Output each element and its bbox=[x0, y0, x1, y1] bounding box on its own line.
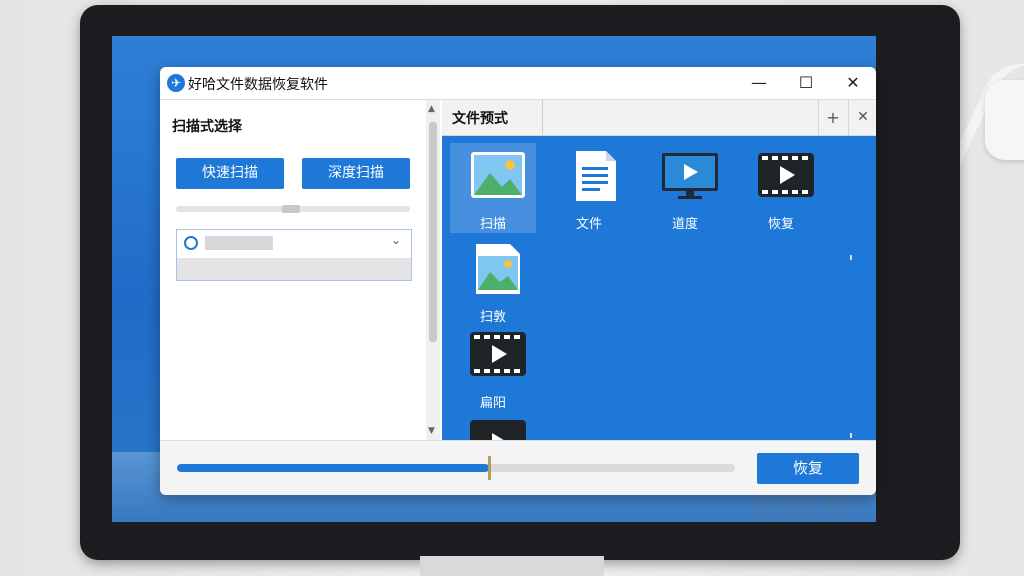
file-item[interactable]: 扁阳 bbox=[450, 322, 536, 412]
video-file-icon bbox=[470, 420, 526, 440]
monitor-stand bbox=[420, 556, 604, 576]
drive-select-row[interactable]: ⌄ bbox=[177, 230, 411, 256]
drive-select-dropdown[interactable]: ⌄ bbox=[176, 229, 412, 281]
close-button[interactable]: ✕ bbox=[836, 71, 870, 95]
file-item[interactable]: 道度 bbox=[642, 143, 728, 233]
scroll-down-icon[interactable]: ▼ bbox=[428, 426, 435, 436]
file-item[interactable]: 文件 bbox=[546, 143, 632, 233]
minimize-button[interactable]: — bbox=[742, 71, 776, 95]
scroll-tick bbox=[850, 255, 852, 260]
drive-option-bar[interactable] bbox=[177, 258, 411, 280]
window-title: 好哈文件数据恢复软件 bbox=[188, 77, 328, 93]
recovery-progress-fill bbox=[177, 464, 489, 472]
quick-scan-button[interactable]: 快速扫描 bbox=[176, 158, 284, 189]
scan-depth-slider-thumb[interactable] bbox=[282, 205, 300, 213]
file-item[interactable]: 扫敦 bbox=[450, 236, 536, 326]
bottom-action-bar: 恢复 bbox=[160, 440, 876, 495]
file-label: 扫描 bbox=[479, 217, 506, 232]
progress-handle[interactable] bbox=[488, 456, 491, 480]
image-file-icon bbox=[476, 244, 520, 294]
file-item[interactable]: 扫描 bbox=[450, 143, 536, 233]
scan-mode-heading: 扫描式选择 bbox=[172, 119, 242, 135]
file-item-partial[interactable] bbox=[470, 418, 526, 440]
close-tab-button[interactable]: ✕ bbox=[848, 100, 876, 135]
tab-file-preview-label: 文件预式 bbox=[452, 111, 508, 127]
preview-tab-strip: 文件预式 + ✕ bbox=[442, 100, 876, 136]
scan-options-panel: 扫描式选择 快速扫描 深度扫描 ⌄ bbox=[160, 100, 424, 440]
drive-name-placeholder bbox=[205, 236, 273, 250]
app-logo-icon: ✈ bbox=[167, 74, 185, 92]
scroll-tick bbox=[850, 433, 852, 438]
recovery-progress-bar[interactable] bbox=[177, 464, 735, 472]
scrollbar-thumb[interactable] bbox=[429, 122, 437, 342]
document-file-icon bbox=[576, 151, 616, 201]
add-tab-button[interactable]: + bbox=[818, 100, 847, 135]
deep-scan-button[interactable]: 深度扫描 bbox=[302, 158, 410, 189]
app-window: ✈ 好哈文件数据恢复软件 — ☐ ✕ 扫描式选择 快速扫描 深度扫描 ⌄ ▲ ▼… bbox=[160, 67, 876, 495]
tab-file-preview[interactable]: 文件预式 bbox=[442, 100, 543, 135]
maximize-button[interactable]: ☐ bbox=[789, 71, 823, 95]
restore-button[interactable]: 恢复 bbox=[757, 453, 859, 484]
left-panel-scrollbar[interactable]: ▲ ▼ bbox=[426, 100, 440, 440]
file-label: 道度 bbox=[671, 217, 698, 232]
file-label: 扁阳 bbox=[479, 396, 506, 411]
file-label: 恢复 bbox=[767, 217, 794, 232]
video-monitor-icon bbox=[662, 153, 718, 199]
scroll-up-icon[interactable]: ▲ bbox=[428, 104, 435, 114]
chevron-down-icon[interactable]: ⌄ bbox=[391, 233, 401, 247]
video-file-icon bbox=[758, 153, 814, 197]
desk-lamp-head bbox=[985, 80, 1024, 160]
file-preview-panel: 文件预式 + ✕ 扫描 文件 道度 恢复 扫敦 扁阳 bbox=[442, 100, 876, 440]
file-item[interactable]: 恢复 bbox=[738, 143, 824, 233]
title-bar[interactable]: ✈ 好哈文件数据恢复软件 — ☐ ✕ bbox=[160, 67, 876, 100]
video-file-icon bbox=[470, 332, 526, 376]
drive-icon bbox=[184, 236, 198, 250]
image-file-icon bbox=[471, 152, 525, 198]
file-label: 文件 bbox=[575, 217, 602, 232]
